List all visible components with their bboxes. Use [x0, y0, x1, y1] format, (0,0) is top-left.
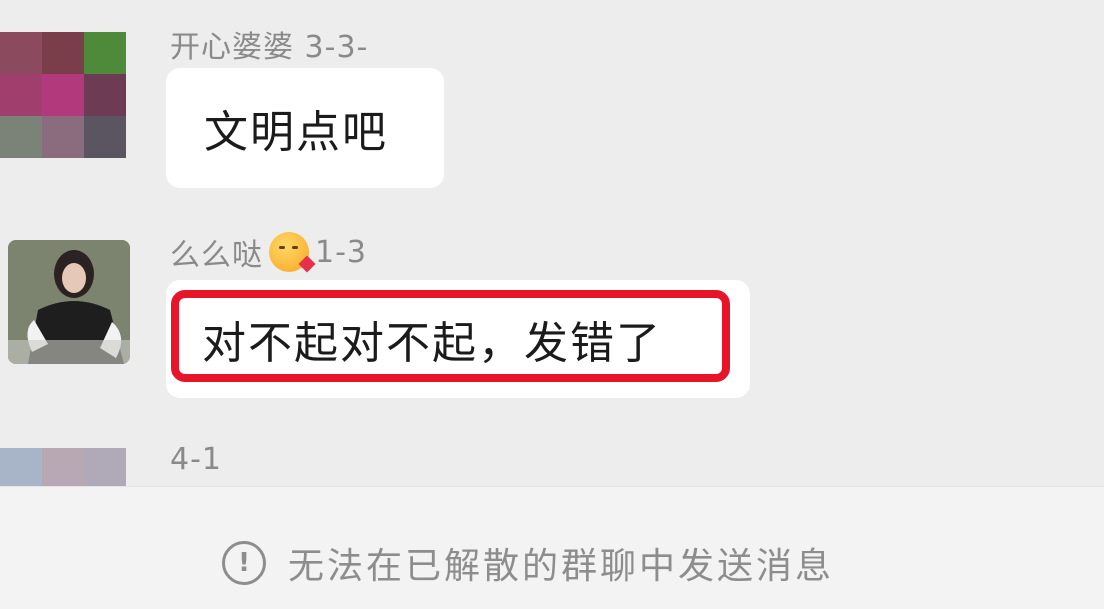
group-dissolved-notice: ! 无法在已解散的群聊中发送消息 — [222, 537, 834, 589]
avatar-photo — [8, 240, 130, 364]
avatar-pixel — [84, 448, 126, 486]
sender-name: 么么哒 1-3 — [170, 230, 367, 274]
face-blowing-kiss-emoji — [269, 232, 316, 273]
avatar-pixel — [0, 32, 42, 74]
avatar-pixel — [42, 116, 84, 158]
chat-message: 4-1 — [0, 440, 1104, 486]
message-bubble[interactable]: 文明点吧 — [166, 68, 444, 188]
message-text: 文明点吧 — [204, 107, 388, 158]
info-circle-icon: ! — [222, 541, 266, 585]
sender-name: 4-1 — [170, 442, 222, 477]
sender-name-text: 开心婆婆 3-3- — [170, 30, 369, 65]
avatar[interactable] — [8, 240, 130, 364]
avatar-pixel — [84, 74, 126, 116]
notice-text: 无法在已解散的群聊中发送消息 — [288, 546, 835, 587]
input-bar-disabled: ! 无法在已解散的群聊中发送消息 — [0, 486, 1104, 609]
avatar-pixel — [0, 74, 42, 116]
message-bubble[interactable]: 对不起对不起，发错了 — [166, 280, 750, 398]
avatar-pixel — [42, 74, 84, 116]
sender-name-text: 4-1 — [170, 442, 222, 477]
sender-suffix: 1-3 — [315, 234, 367, 270]
message-text: 对不起对不起，发错了 — [202, 318, 662, 369]
avatar-pixel — [0, 116, 42, 158]
avatar-pixel — [42, 448, 84, 486]
chat-message: 么么哒 1-3 对不起对不起，发错了 — [0, 220, 1104, 410]
chat-message: 开心婆婆 3-3- 文明点吧 — [0, 0, 1104, 200]
avatar[interactable] — [0, 448, 126, 486]
avatar-pixel — [84, 32, 126, 74]
avatar-pixel — [0, 448, 42, 486]
avatar[interactable] — [0, 32, 126, 158]
sender-name: 开心婆婆 3-3- — [170, 22, 368, 66]
avatar-pixel — [84, 116, 126, 158]
sender-name-text: 么么哒 — [170, 238, 263, 273]
avatar-pixel — [42, 32, 84, 74]
